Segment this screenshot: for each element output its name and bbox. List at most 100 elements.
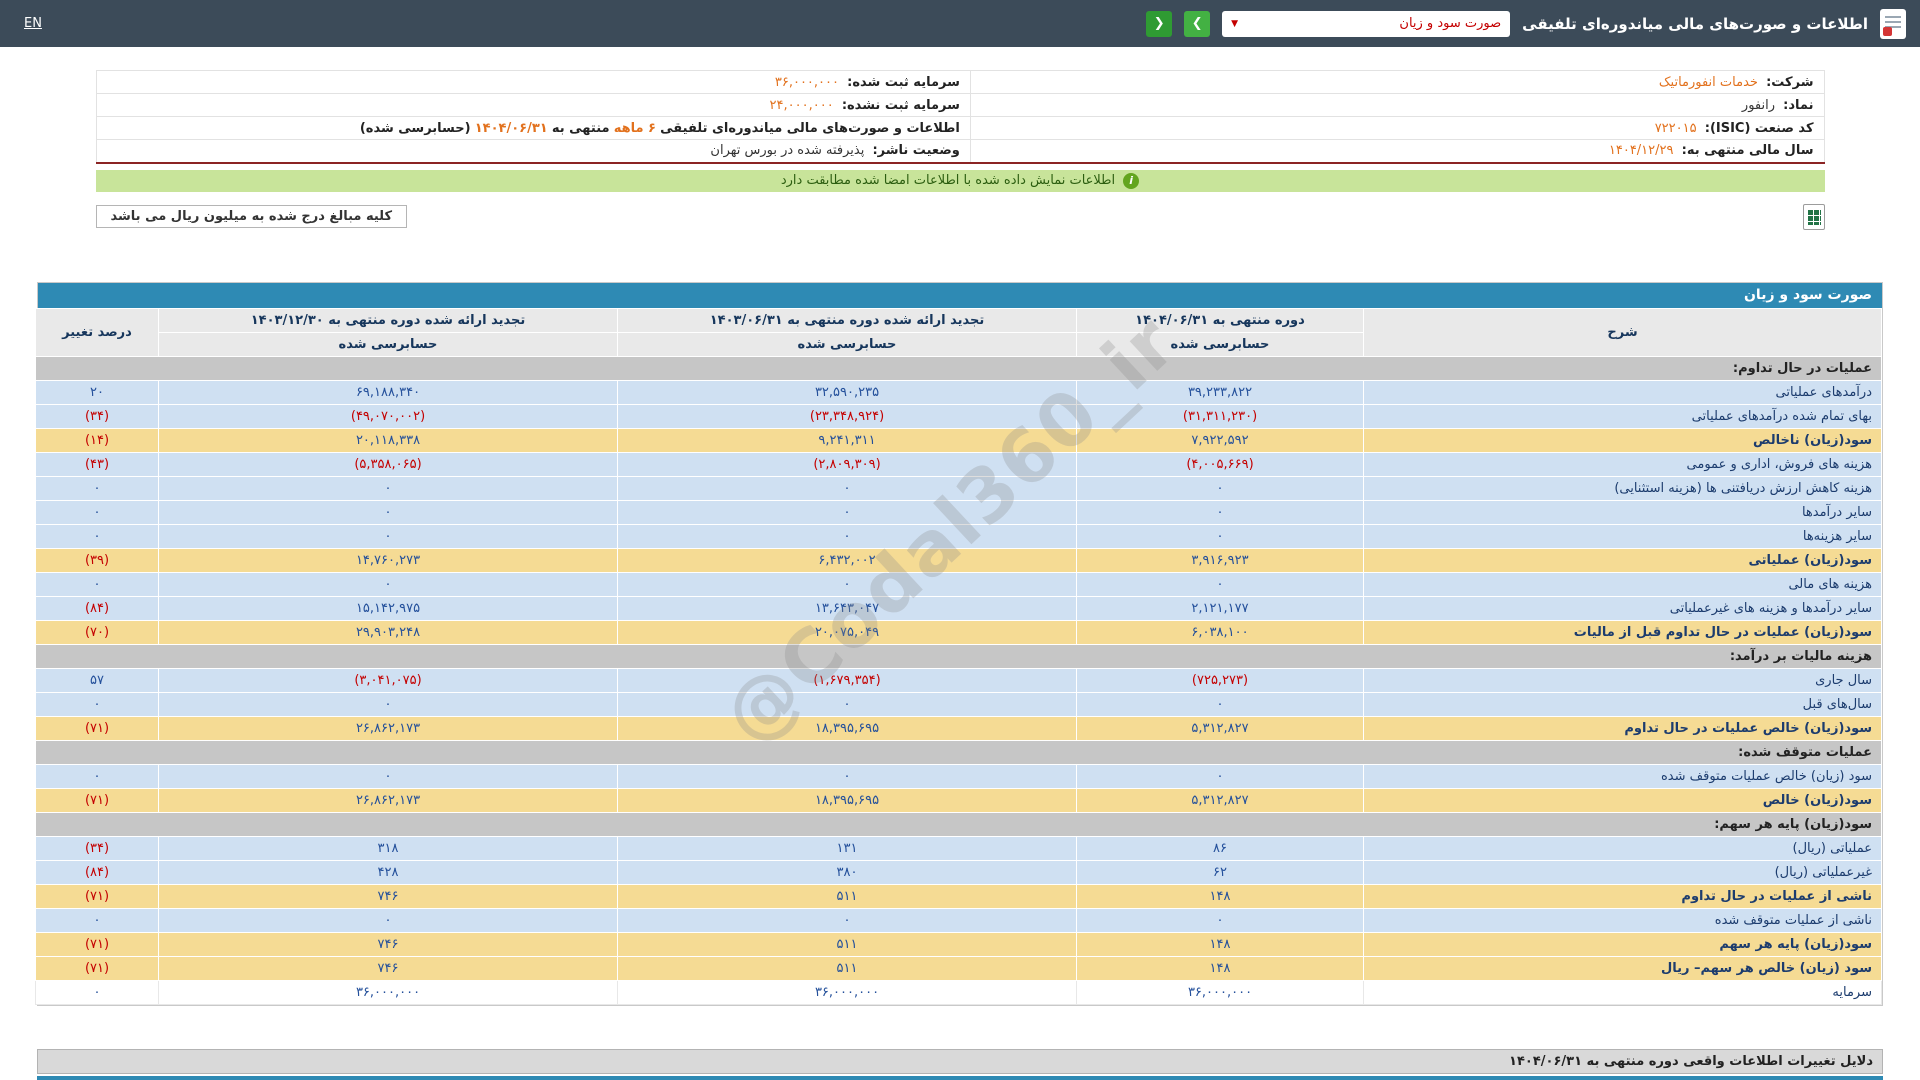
change-reasons-title: دلایل تغییرات اطلاعات واقعی دوره منتهی ب… xyxy=(1509,1054,1873,1069)
report-mid-text: منتهی به xyxy=(552,121,610,136)
value-cell: ۱۳,۶۴۳,۰۴۷ xyxy=(618,596,1077,620)
report-title: اطلاعات و صورت‌های مالی میاندوره‌ای تلفی… xyxy=(660,121,960,136)
next-section-header-strip xyxy=(37,1076,1883,1080)
column-header-current-period: دوره منتهی به ۱۴۰۴/۰۶/۳۱ xyxy=(1077,308,1364,332)
row-label: سود (زیان) خالص هر سهم– ریال xyxy=(1364,956,1882,980)
table-row: سود (زیان) خالص عملیات متوقف شده۰۰۰۰ xyxy=(36,764,1882,788)
symbol-value: رانفور xyxy=(1742,98,1775,113)
value-cell: ۱۵,۱۴۲,۹۷۵ xyxy=(159,596,618,620)
percent-change-cell: (۷۱) xyxy=(36,932,159,956)
income-statement-section: صورت سود و زیان شرح دوره منتهی به ۱۴۰۴/۰… xyxy=(37,282,1883,1006)
next-statement-button[interactable]: ❯ xyxy=(1184,11,1210,37)
statement-title-bar: صورت سود و زیان xyxy=(38,283,1882,308)
value-cell: ۶۹,۱۸۸,۳۴۰ xyxy=(159,380,618,404)
value-cell: ۰ xyxy=(159,524,618,548)
section-label: عملیات متوقف شده: xyxy=(36,740,1882,764)
table-row: سود(زیان) خالص۵,۳۱۲,۸۲۷۱۸,۳۹۵,۶۹۵۲۶,۸۶۲,… xyxy=(36,788,1882,812)
row-label: درآمدهای عملیاتی xyxy=(1364,380,1882,404)
row-label: سود(زیان) خالص عملیات در حال تداوم xyxy=(1364,716,1882,740)
value-cell: (۴۹,۰۷۰,۰۰۲) xyxy=(159,404,618,428)
percent-change-cell: (۷۱) xyxy=(36,788,159,812)
value-cell: ۲۶,۸۶۲,۱۷۳ xyxy=(159,716,618,740)
table-row: سود(زیان) ناخالص۷,۹۲۲,۵۹۲۹,۲۴۱,۳۱۱۲۰,۱۱۸… xyxy=(36,428,1882,452)
section-row: عملیات در حال تداوم: xyxy=(36,356,1882,380)
section-label: سود(زیان) پایه هر سهم: xyxy=(36,812,1882,836)
value-cell: ۶۲ xyxy=(1077,860,1364,884)
value-cell: ۰ xyxy=(1077,692,1364,716)
chevron-down-icon: ▼ xyxy=(1231,19,1238,29)
column-header-percent-change: درصد تغییر xyxy=(36,308,159,356)
value-cell: (۱,۶۷۹,۳۵۴) xyxy=(618,668,1077,692)
section-row: عملیات متوقف شده: xyxy=(36,740,1882,764)
value-cell: ۳۲,۵۹۰,۲۳۵ xyxy=(618,380,1077,404)
value-cell: (۷۲۵,۲۷۳) xyxy=(1077,668,1364,692)
table-row: ناشی از عملیات متوقف شده۰۰۰۰ xyxy=(36,908,1882,932)
percent-change-cell: (۱۴) xyxy=(36,428,159,452)
value-cell: ۰ xyxy=(618,500,1077,524)
income-statement-body: عملیات در حال تداوم:درآمدهای عملیاتی۳۹,۲… xyxy=(36,356,1882,1004)
row-label: سود(زیان) پایه هر سهم xyxy=(1364,932,1882,956)
subheader-audited: حسابرسی شده xyxy=(618,332,1077,356)
value-cell: ۲۶,۸۶۲,۱۷۳ xyxy=(159,788,618,812)
value-cell: ۳۸۰ xyxy=(618,860,1077,884)
unregistered-capital-label: سرمایه ثبت نشده: xyxy=(842,98,960,113)
company-name: خدمات انفورماتیک xyxy=(1659,75,1758,90)
value-cell: ۲,۱۲۱,۱۷۷ xyxy=(1077,596,1364,620)
value-cell: ۰ xyxy=(1077,908,1364,932)
note-row: کلیه مبالغ درج شده به میلیون ریال می باش… xyxy=(96,204,1825,230)
percent-change-cell: (۷۰) xyxy=(36,620,159,644)
info-symbol-cell: نماد: رانفور xyxy=(970,94,1824,117)
symbol-label: نماد: xyxy=(1783,98,1813,113)
info-row: کد صنعت (ISIC): ۷۲۲۰۱۵ اطلاعات و صورت‌ها… xyxy=(96,117,1824,140)
table-row: ناشی از عملیات در حال تداوم۱۴۸۵۱۱۷۴۶(۷۱) xyxy=(36,884,1882,908)
income-statement-table: شرح دوره منتهی به ۱۴۰۴/۰۶/۳۱ تجدید ارائه… xyxy=(35,308,1882,1005)
value-cell: (۵,۳۵۸,۰۶۵) xyxy=(159,452,618,476)
company-info-table: شرکت: خدمات انفورماتیک سرمایه ثبت شده: ۳… xyxy=(96,70,1825,164)
value-cell: ۰ xyxy=(618,476,1077,500)
statement-type-dropdown[interactable]: صورت سود و زیان ▼ xyxy=(1222,11,1510,37)
excel-export-icon[interactable] xyxy=(1803,204,1825,230)
percent-change-cell: (۴۳) xyxy=(36,452,159,476)
percent-change-cell: ۰ xyxy=(36,500,159,524)
value-cell: ۵۱۱ xyxy=(618,956,1077,980)
value-cell: ۵,۳۱۲,۸۲۷ xyxy=(1077,788,1364,812)
value-cell: ۷,۹۲۲,۵۹۲ xyxy=(1077,428,1364,452)
table-row: سایر درآمدها۰۰۰۰ xyxy=(36,500,1882,524)
statement-title: صورت سود و زیان xyxy=(1744,287,1872,303)
registered-capital-label: سرمایه ثبت شده: xyxy=(847,75,960,90)
row-label: سال جاری xyxy=(1364,668,1882,692)
percent-change-cell: ۵۷ xyxy=(36,668,159,692)
listing-status-label: وضعیت ناشر: xyxy=(872,143,959,158)
table-row: سود (زیان) خالص هر سهم– ریال۱۴۸۵۱۱۷۴۶(۷۱… xyxy=(36,956,1882,980)
value-cell: ۲۹,۹۰۳,۲۴۸ xyxy=(159,620,618,644)
row-label: سال‌های قبل xyxy=(1364,692,1882,716)
section-row: هزینه مالیات بر درآمد: xyxy=(36,644,1882,668)
value-cell: ۰ xyxy=(159,908,618,932)
value-cell: ۳۶,۰۰۰,۰۰۰ xyxy=(618,980,1077,1004)
prev-statement-button[interactable]: ❮ xyxy=(1146,11,1172,37)
info-registered-capital-cell: سرمایه ثبت شده: ۳۶,۰۰۰,۰۰۰ xyxy=(96,71,970,94)
percent-change-cell: (۳۹) xyxy=(36,548,159,572)
header-row-periods: شرح دوره منتهی به ۱۴۰۴/۰۶/۳۱ تجدید ارائه… xyxy=(36,308,1882,332)
value-cell: ۱۴۸ xyxy=(1077,932,1364,956)
codal-logo-icon[interactable] xyxy=(1880,9,1906,39)
value-cell: ۷۴۶ xyxy=(159,956,618,980)
value-cell: ۰ xyxy=(1077,476,1364,500)
value-cell: ۰ xyxy=(618,524,1077,548)
row-label: سایر درآمدها و هزینه های غیرعملیاتی xyxy=(1364,596,1882,620)
percent-change-cell: (۷۱) xyxy=(36,956,159,980)
info-row: نماد: رانفور سرمایه ثبت نشده: ۲۴,۰۰۰,۰۰۰ xyxy=(96,94,1824,117)
value-cell: ۱۴,۷۶۰,۲۷۳ xyxy=(159,548,618,572)
info-row: سال مالی منتهی به: ۱۴۰۴/۱۲/۲۹ وضعیت ناشر… xyxy=(96,140,1824,163)
amounts-unit-note: کلیه مبالغ درج شده به میلیون ریال می باش… xyxy=(96,205,408,228)
percent-change-cell: ۰ xyxy=(36,524,159,548)
value-cell: ۱۳۱ xyxy=(618,836,1077,860)
section-row: سود(زیان) پایه هر سهم: xyxy=(36,812,1882,836)
value-cell: ۰ xyxy=(159,764,618,788)
table-row: هزینه های فروش، اداری و عمومی(۴,۰۰۵,۶۶۹)… xyxy=(36,452,1882,476)
subheader-audited: حسابرسی شده xyxy=(1077,332,1364,356)
row-label: هزینه های فروش، اداری و عمومی xyxy=(1364,452,1882,476)
table-row: هزینه کاهش ارزش دریافتنی ها (هزینه استثن… xyxy=(36,476,1882,500)
english-language-link[interactable]: EN xyxy=(24,16,42,31)
top-navbar: اطلاعات و صورت‌های مالی میاندوره‌ای تلفی… xyxy=(0,0,1920,47)
